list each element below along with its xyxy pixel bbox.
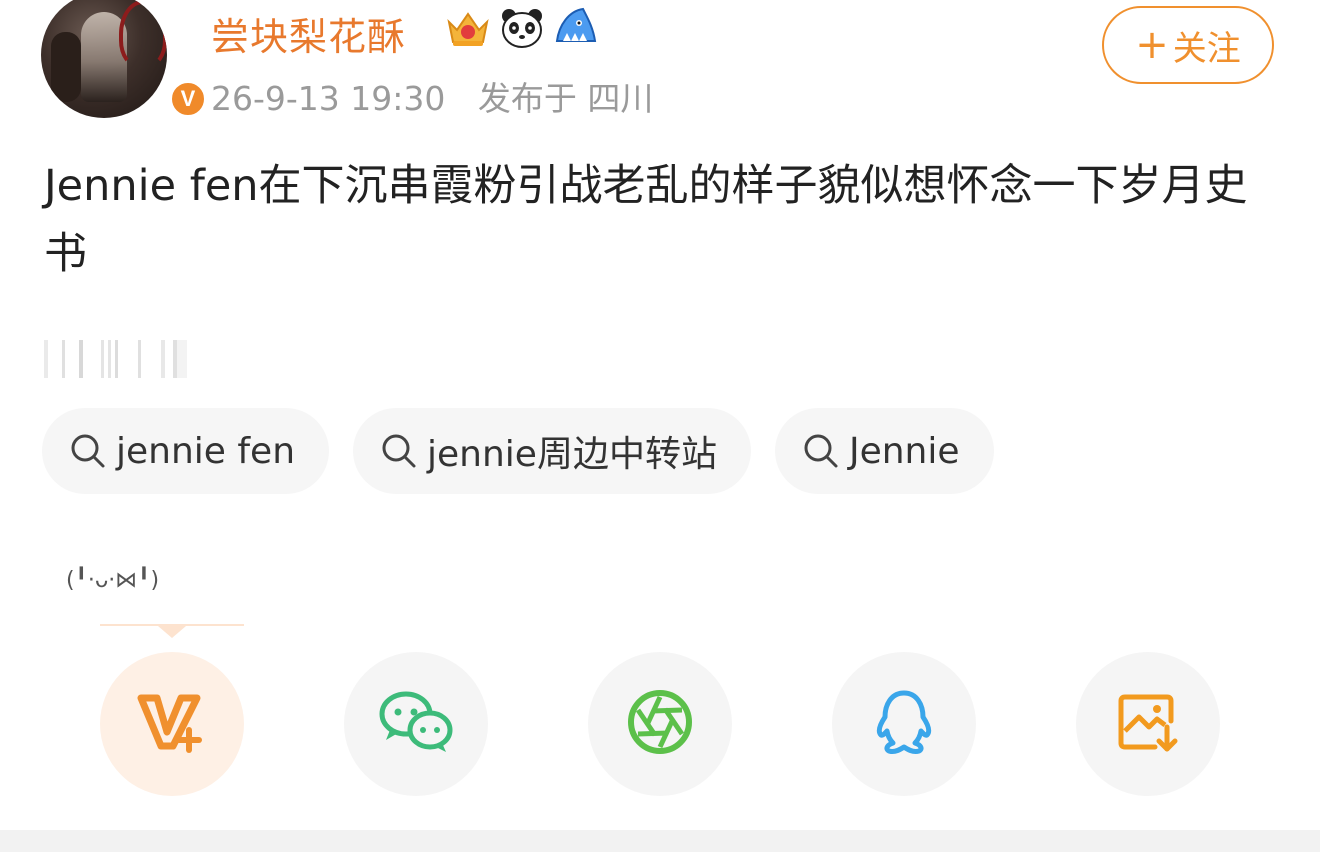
- post-page: V 尝块梨花酥 26-9-13 19:30 发布于 四川 + 关注 Jennie…: [0, 0, 1320, 852]
- tooltip-pointer: [158, 626, 186, 638]
- decorative-barcode: [44, 340, 234, 378]
- avatar-image: [41, 0, 167, 118]
- search-icon: [68, 431, 108, 471]
- qq-icon: [873, 689, 935, 760]
- topic-tags: jennie fen jennie周边中转站 Jennie: [42, 408, 994, 494]
- follow-button[interactable]: + 关注: [1102, 6, 1274, 84]
- save-image-icon: [1115, 689, 1181, 760]
- user-badges: [444, 4, 600, 52]
- kaomoji-text: (╹·ᴗ·⋈╹): [66, 568, 160, 593]
- moments-share-button[interactable]: [588, 652, 732, 796]
- tag-label: jennie周边中转站: [427, 434, 717, 475]
- tag-chip[interactable]: jennie周边中转站: [353, 408, 751, 494]
- qq-share-button[interactable]: [832, 652, 976, 796]
- avatar[interactable]: V: [41, 0, 207, 118]
- post-meta: 26-9-13 19:30 发布于 四川: [211, 72, 653, 120]
- share-row: [100, 652, 1220, 796]
- bottom-divider: [0, 830, 1320, 852]
- search-icon: [379, 431, 419, 471]
- tag-label: jennie fen: [116, 430, 296, 472]
- post-text: Jennie fen在下沉串霞粉引战老乱的样子貌似想怀念一下岁月史书: [44, 161, 1248, 279]
- shark-badge-icon[interactable]: [552, 4, 600, 52]
- moments-icon: [627, 689, 693, 760]
- save-image-share-button[interactable]: [1076, 652, 1220, 796]
- wechat-icon: [378, 690, 454, 759]
- tag-label: Jennie: [848, 430, 960, 472]
- verified-badge: V: [169, 80, 207, 118]
- tag-chip[interactable]: Jennie: [774, 408, 994, 494]
- username[interactable]: 尝块梨花酥: [211, 6, 406, 61]
- vplus-share-button[interactable]: [100, 652, 244, 796]
- post-timestamp: 26-9-13 19:30: [211, 79, 446, 118]
- post-location: 发布于 四川: [477, 79, 654, 118]
- plus-icon: +: [1135, 22, 1169, 68]
- crown-badge-icon[interactable]: [444, 4, 492, 52]
- wechat-share-button[interactable]: [344, 652, 488, 796]
- search-icon: [801, 431, 841, 471]
- tag-chip[interactable]: jennie fen: [42, 408, 330, 494]
- panda-badge-icon[interactable]: [498, 4, 546, 52]
- vplus-icon: [137, 690, 207, 759]
- follow-label: 关注: [1172, 28, 1241, 69]
